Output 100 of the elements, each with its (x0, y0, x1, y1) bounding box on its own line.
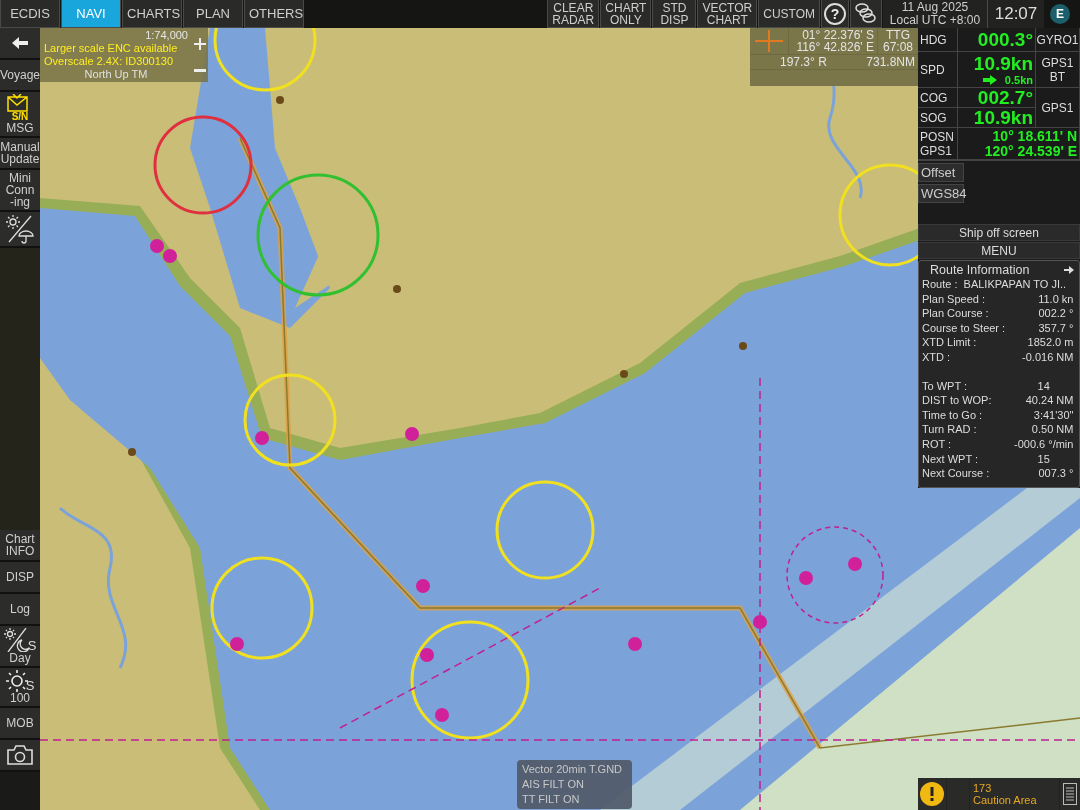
sidebar-button[interactable]: Chart INFO (0, 530, 40, 562)
longitude-value: 120° 24.539' E (984, 143, 1077, 159)
zoom-in-icon[interactable] (194, 37, 206, 50)
sensor-label: COG (920, 90, 949, 105)
route-info-value: -0.016 NM (1021, 349, 1075, 365)
clock-text: 12:07 (994, 4, 1038, 24)
toolbar-button[interactable]: CLEAR RADAR (547, 0, 600, 28)
course-value: 002.7° (977, 87, 1033, 108)
chart-scale: 1:74,000 (144, 29, 188, 42)
route-info-text: Route : BALIKPAPAN TO JI.. (922, 277, 1068, 292)
route-info-value: 002.2 ° (1037, 306, 1075, 321)
heading-value: 000.3° (977, 29, 1033, 50)
sensor-source: GPS1 (1041, 100, 1074, 115)
sensor-label: SPD (920, 62, 946, 77)
sidebar-button[interactable]: Log (0, 594, 40, 626)
timezone-text: Local UTC +8:00 (888, 14, 982, 27)
toolbar-button[interactable]: STD DISP (652, 0, 697, 28)
route-info-label: Plan Course : (922, 306, 990, 321)
latitude-value: 10° 18.611' N (992, 128, 1077, 144)
panel-title: Route Information (930, 263, 1030, 277)
cursor-latitude: 01° 22.376' S (802, 29, 874, 41)
sensor-source: GYRO1 (1036, 32, 1079, 47)
overscale-notice: Overscale 2.4X: ID300130 (44, 55, 175, 68)
offset-button[interactable]: Offset (918, 163, 964, 182)
route-info-label: Next WPT : (922, 451, 980, 467)
arrow-icon[interactable] (1064, 266, 1074, 274)
sun-umbrella-icon (5, 214, 35, 244)
ttg-label: TTG (886, 29, 910, 41)
route-info-label: To WPT : (922, 378, 969, 394)
route-info-value: -000.6 °/min (1014, 436, 1075, 452)
sidebar-background (0, 772, 40, 810)
sidebar-button[interactable]: Manual Update (0, 138, 40, 170)
help-button[interactable]: ? (821, 0, 849, 28)
tab[interactable]: ECDIS (0, 0, 60, 28)
arrow-icon (12, 37, 28, 49)
route-info-value: 007.3 ° (1037, 466, 1075, 481)
route-info-label: Time to Go : (922, 407, 984, 423)
route-info-value: 357.7 ° (1037, 320, 1075, 336)
menu-button[interactable]: MENU (918, 242, 1080, 259)
route-info-label: XTD Limit : (922, 335, 978, 350)
layers-button[interactable] (850, 0, 882, 28)
route-info-label: Turn RAD : (922, 422, 978, 437)
alert-count: 173 (973, 782, 992, 794)
cursor-bearing: 197.3° R (780, 56, 827, 68)
cursor-longitude: 116° 42.826' E (796, 41, 874, 53)
route-info-label: Next Course : (922, 466, 991, 481)
sensor-label: POSN GPS1 (920, 129, 955, 158)
sensor-source: GPS1 BT (1041, 55, 1074, 84)
route-info-value: 1852.0 m (1026, 335, 1075, 350)
route-info-value: 14 (1036, 378, 1051, 394)
sun-icon (5, 670, 28, 692)
route-info-label: ROT : (922, 436, 953, 452)
screenshot-button[interactable] (0, 740, 40, 772)
back-button[interactable] (0, 28, 40, 60)
enc-notice: Larger scale ENC available (44, 42, 179, 55)
ttg-value: 67:08 (883, 41, 913, 53)
route-info-value: 3:41'30" (1032, 407, 1075, 423)
tab[interactable]: CHARTS (122, 0, 182, 28)
sidebar-button[interactable]: S 100 (0, 668, 40, 708)
route-info-value: 0.50 NM (1030, 422, 1075, 437)
sun-moon-icon (3, 628, 30, 652)
route-info-label: DIST to WOP: (922, 393, 993, 408)
toolbar-button[interactable]: CUSTOM (758, 0, 820, 28)
arrow-icon (982, 74, 997, 85)
sidebar-button[interactable]: S Day (0, 626, 40, 668)
tab[interactable]: PLAN (183, 0, 243, 28)
sensor-label: HDG (920, 32, 948, 47)
camera-icon (7, 745, 33, 765)
route-info-label: XTD : (922, 349, 952, 365)
orientation-mode: North Up TM (83, 68, 149, 81)
warning-icon (920, 782, 944, 806)
status-text: Vector 20min T.GND (522, 762, 624, 777)
toolbar-button[interactable]: VECTOR CHART (697, 0, 758, 28)
speed-value: 10.9kn (973, 53, 1033, 74)
route-info-value: 11.0 kn (1037, 291, 1075, 307)
ship-off-screen-button[interactable]: Ship off screen (918, 224, 1080, 241)
drift-speed: 0.5kn (1004, 73, 1033, 86)
sidebar-button[interactable]: S/N MSG (0, 92, 40, 138)
date-text: 11 Aug 2025 (900, 1, 970, 14)
list-icon[interactable] (1063, 783, 1077, 805)
status-text: TT FILT ON (522, 792, 581, 807)
sidebar-button[interactable]: Mini Conn -ing (0, 170, 40, 212)
cursor-distance: 731.8NM (866, 56, 915, 68)
route-info-label: Plan Speed : (922, 291, 986, 307)
status-text: AIS FILT ON (522, 777, 585, 792)
route-info-label: Course to Steer : (922, 320, 1007, 336)
datum-button[interactable]: WGS84 (918, 184, 964, 203)
speed-value: 10.9kn (973, 107, 1033, 128)
route-info-value: 40.24 NM (1024, 393, 1075, 408)
route-info-value: 15 (1036, 451, 1051, 467)
sidebar-button[interactable] (0, 212, 40, 248)
crosshair-icon (755, 30, 783, 52)
sensor-label: SOG (920, 110, 948, 125)
sidebar-button[interactable]: MOB (0, 708, 40, 740)
sidebar-button[interactable]: Voyage (0, 60, 40, 92)
tab[interactable]: OTHERS (244, 0, 304, 28)
toolbar-button[interactable]: CHART ONLY (600, 0, 652, 28)
sidebar-button[interactable]: DISP (0, 562, 40, 594)
alert-text: Caution Area (973, 794, 1037, 806)
zoom-out-icon[interactable] (194, 69, 206, 73)
